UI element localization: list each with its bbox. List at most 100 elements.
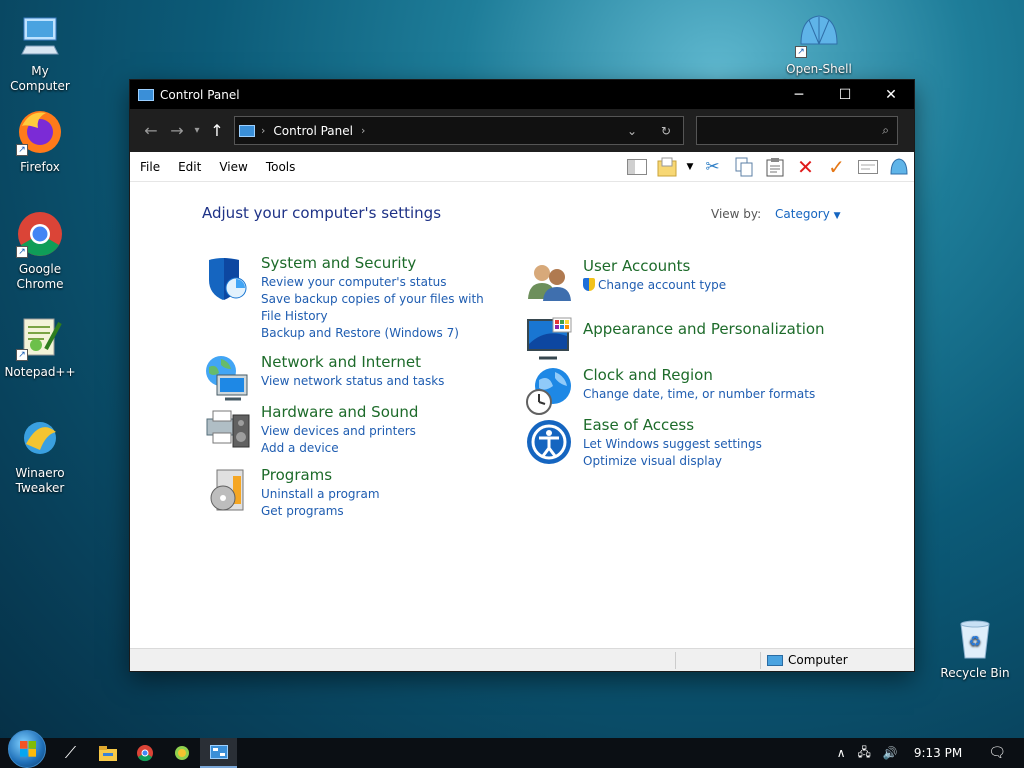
system-tray: ∧ 🖧 🔊 9:13 PM 🗨 <box>831 743 1024 764</box>
view-dropdown-icon[interactable]: ▼ <box>683 152 697 182</box>
category-title[interactable]: User Accounts <box>583 257 726 275</box>
navigation-pane-icon[interactable] <box>621 152 652 182</box>
desktop-icon-label: Notepad++ <box>4 365 76 379</box>
view-by-dropdown[interactable]: Category ▼ <box>775 207 841 221</box>
link-devices-printers[interactable]: View devices and printers <box>261 423 418 440</box>
breadcrumb-chevron-icon[interactable]: › <box>361 124 365 137</box>
link-optimize-visual-display[interactable]: Optimize visual display <box>583 453 762 470</box>
open-shell-icon[interactable] <box>883 152 914 182</box>
notepadpp-icon: ↗ <box>16 313 64 361</box>
navigation-bar: ← → ▾ ↑ › Control Panel › ⌄ ↻ ⌕ <box>130 109 914 152</box>
chrome-taskbar-icon[interactable] <box>126 738 163 768</box>
chrome-icon: ↗ <box>16 210 64 258</box>
desktop-icon-recycle-bin[interactable]: ♻ Recycle Bin <box>935 614 1015 681</box>
clock[interactable]: 9:13 PM <box>914 746 962 760</box>
link-windows-suggest-settings[interactable]: Let Windows suggest settings <box>583 436 762 453</box>
shield-icon[interactable] <box>203 254 253 304</box>
winaero-tweaker-icon <box>16 414 64 462</box>
notifications-icon[interactable]: 🗨 <box>988 745 1006 761</box>
menu-view[interactable]: View <box>219 160 247 174</box>
category-title[interactable]: Ease of Access <box>583 416 762 434</box>
chevron-down-icon: ▼ <box>833 211 841 221</box>
control-panel-taskbar-icon[interactable] <box>200 738 237 768</box>
computer-icon <box>767 654 783 666</box>
chevron-up-icon[interactable]: ∧ <box>837 746 846 760</box>
network-icon[interactable]: 🖧 <box>858 743 871 764</box>
desktop-icon-label: Recycle Bin <box>940 666 1010 680</box>
desktop-icon-firefox[interactable]: ↗ Firefox <box>0 108 80 175</box>
start-button-icon[interactable] <box>8 730 46 768</box>
programs-disc-icon[interactable] <box>203 466 253 516</box>
search-icon: ⌕ <box>882 123 889 137</box>
link-change-date-time[interactable]: Change date, time, or number formats <box>583 386 815 403</box>
taskbar: ⟋ ∧ 🖧 🔊 9:13 PM 🗨 <box>0 730 1024 768</box>
file-explorer-icon[interactable] <box>89 738 126 768</box>
desktop-icon-chrome[interactable]: ↗ Google Chrome <box>0 210 80 292</box>
window-title: Control Panel <box>160 87 240 102</box>
copy-icon[interactable] <box>728 152 759 182</box>
desktop-icon-my-computer[interactable]: My Computer <box>0 12 80 94</box>
recycle-bin-icon: ♻ <box>951 614 999 662</box>
breadcrumb-control-panel[interactable]: Control Panel <box>273 124 353 138</box>
user-accounts-icon[interactable] <box>525 257 575 307</box>
checkmark-icon[interactable]: ✓ <box>821 152 852 182</box>
category-title[interactable]: Appearance and Personalization <box>583 320 825 338</box>
appearance-monitor-icon[interactable] <box>525 314 575 364</box>
cut-icon[interactable]: ✂ <box>697 152 728 182</box>
category-hardware-and-sound: Hardware and Sound View devices and prin… <box>203 403 418 457</box>
link-file-history[interactable]: Save backup copies of your files with Fi… <box>261 291 496 325</box>
properties-icon[interactable] <box>852 152 883 182</box>
category-network-and-internet: Network and Internet View network status… <box>203 353 444 403</box>
open-shell-shortcut-icon[interactable]: ⟋ <box>52 738 89 768</box>
status-bar: Computer <box>130 648 914 671</box>
desktop-icon-winaero-tweaker[interactable]: Winaero Tweaker <box>0 414 80 496</box>
winaero-taskbar-icon[interactable] <box>163 738 200 768</box>
link-review-status[interactable]: Review your computer's status <box>261 274 496 291</box>
clock-globe-icon[interactable] <box>525 366 575 416</box>
open-shell-icon: ↗ <box>795 10 843 58</box>
paste-icon[interactable] <box>759 152 790 182</box>
category-title[interactable]: System and Security <box>261 254 496 272</box>
category-system-and-security: System and Security Review your computer… <box>203 254 496 342</box>
link-backup-restore[interactable]: Backup and Restore (Windows 7) <box>261 325 496 342</box>
search-input[interactable]: ⌕ <box>696 116 898 145</box>
link-add-device[interactable]: Add a device <box>261 440 418 457</box>
category-title[interactable]: Network and Internet <box>261 353 444 371</box>
maximize-button[interactable]: ☐ <box>822 80 868 109</box>
refresh-icon[interactable]: ↻ <box>649 124 683 138</box>
breadcrumb-chevron-icon: › <box>261 124 266 137</box>
up-arrow-icon[interactable]: ↑ <box>204 121 230 140</box>
menu-file[interactable]: File <box>140 160 160 174</box>
printer-speaker-icon[interactable] <box>203 403 253 453</box>
address-bar[interactable]: › Control Panel › ⌄ ↻ <box>234 116 684 145</box>
network-globe-icon[interactable] <box>203 353 253 403</box>
category-title[interactable]: Programs <box>261 466 380 484</box>
desktop-icon-label: Google Chrome <box>16 262 64 291</box>
view-by: View by: Category ▼ <box>711 207 841 221</box>
forward-arrow-icon[interactable]: → <box>164 121 190 140</box>
link-network-status[interactable]: View network status and tasks <box>261 373 444 390</box>
shortcut-arrow-icon: ↗ <box>16 144 28 156</box>
status-location: Computer <box>767 653 848 667</box>
ease-of-access-icon[interactable] <box>525 416 575 466</box>
menu-tools[interactable]: Tools <box>266 160 296 174</box>
volume-icon[interactable]: 🔊 <box>883 746 898 760</box>
desktop-icon-notepadpp[interactable]: ↗ Notepad++ <box>0 313 80 380</box>
category-title[interactable]: Clock and Region <box>583 366 815 384</box>
link-change-account-type[interactable]: Change account type <box>583 277 726 294</box>
address-dropdown-icon[interactable]: ⌄ <box>615 124 649 138</box>
back-arrow-icon[interactable]: ← <box>138 121 164 140</box>
category-appearance-and-personalization: Appearance and Personalization <box>525 314 825 364</box>
recent-locations-chevron-icon[interactable]: ▾ <box>190 125 204 136</box>
category-title[interactable]: Hardware and Sound <box>261 403 418 421</box>
title-bar[interactable]: Control Panel ─ ☐ ✕ <box>130 80 914 109</box>
menu-edit[interactable]: Edit <box>178 160 201 174</box>
minimize-button[interactable]: ─ <box>776 80 822 109</box>
delete-icon[interactable]: ✕ <box>790 152 821 182</box>
category-programs: Programs Uninstall a program Get program… <box>203 466 380 520</box>
firefox-icon: ↗ <box>16 108 64 156</box>
folder-view-icon[interactable] <box>652 152 683 182</box>
close-button[interactable]: ✕ <box>868 80 914 109</box>
link-uninstall-program[interactable]: Uninstall a program <box>261 486 380 503</box>
link-get-programs[interactable]: Get programs <box>261 503 380 520</box>
